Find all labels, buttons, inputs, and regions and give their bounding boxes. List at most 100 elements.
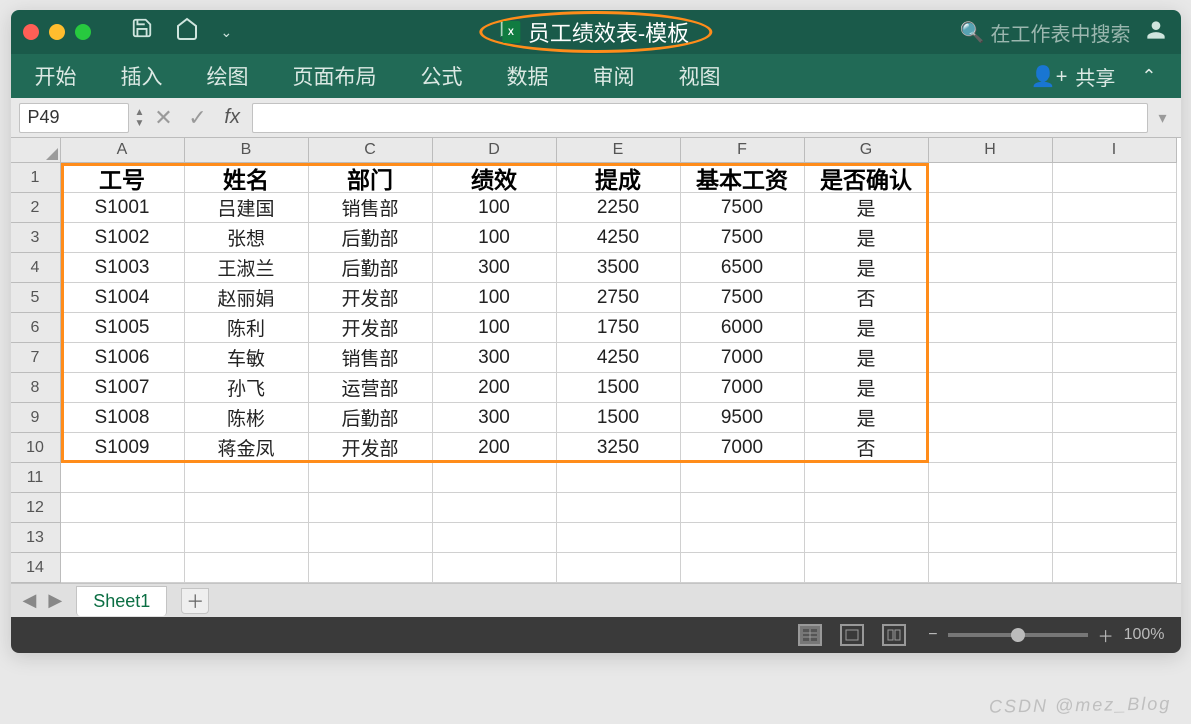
cell[interactable] [309,553,433,583]
normal-view-icon[interactable] [798,624,822,646]
spreadsheet-grid[interactable]: ABCDEFGHI 1234567891011121314 工号姓名部门绩效提成… [11,138,1181,583]
cell[interactable]: 是 [805,373,929,403]
cell[interactable]: 6500 [681,253,805,283]
cell[interactable]: 300 [433,343,557,373]
cell[interactable] [1053,493,1177,523]
row-header-1[interactable]: 1 [11,163,61,193]
cell[interactable]: 姓名 [185,163,309,193]
cell[interactable]: 张想 [185,223,309,253]
row-header-6[interactable]: 6 [11,313,61,343]
page-break-view-icon[interactable] [882,624,906,646]
row-header-12[interactable]: 12 [11,493,61,523]
cell[interactable]: 后勤部 [309,253,433,283]
cell[interactable]: 孙飞 [185,373,309,403]
cell[interactable]: S1004 [61,283,185,313]
cell[interactable]: 100 [433,193,557,223]
ribbon-tab-3[interactable]: 页面布局 [293,61,377,91]
cell[interactable]: S1002 [61,223,185,253]
cell[interactable] [185,553,309,583]
cell[interactable]: 开发部 [309,433,433,463]
cell[interactable]: 王淑兰 [185,253,309,283]
row-header-11[interactable]: 11 [11,463,61,493]
ribbon-tab-5[interactable]: 数据 [507,61,549,91]
cancel-icon[interactable]: ✕ [148,105,178,131]
column-header-F[interactable]: F [681,138,805,163]
row-header-3[interactable]: 3 [11,223,61,253]
cell[interactable] [929,253,1053,283]
ribbon-tab-6[interactable]: 审阅 [593,61,635,91]
cell[interactable]: 陈彬 [185,403,309,433]
cell[interactable]: 是 [805,313,929,343]
cell[interactable]: 200 [433,433,557,463]
cell[interactable] [681,553,805,583]
cell[interactable] [929,493,1053,523]
cell[interactable] [1053,343,1177,373]
cell[interactable]: 1500 [557,403,681,433]
cell[interactable]: 销售部 [309,193,433,223]
cell[interactable] [929,283,1053,313]
cell[interactable] [433,523,557,553]
sheet-tab[interactable]: Sheet1 [76,586,167,616]
cell[interactable]: 是 [805,253,929,283]
cell[interactable]: S1003 [61,253,185,283]
cell[interactable] [557,553,681,583]
row-header-4[interactable]: 4 [11,253,61,283]
ribbon-tab-2[interactable]: 绘图 [207,61,249,91]
ribbon-tab-7[interactable]: 视图 [679,61,721,91]
cell[interactable]: S1009 [61,433,185,463]
cell[interactable]: 开发部 [309,283,433,313]
cell[interactable]: 300 [433,253,557,283]
cell[interactable] [309,523,433,553]
accept-icon[interactable]: ✓ [182,105,212,131]
cell[interactable] [929,163,1053,193]
cell[interactable]: 是 [805,193,929,223]
cell[interactable] [929,313,1053,343]
cell[interactable]: 9500 [681,403,805,433]
cell[interactable]: 4250 [557,223,681,253]
customize-toolbar-icon[interactable]: ⌄ [221,24,233,41]
cell[interactable]: S1007 [61,373,185,403]
cell[interactable] [1053,553,1177,583]
zoom-in-button[interactable]: ＋ [1098,623,1114,647]
cell[interactable]: 蒋金凤 [185,433,309,463]
row-header-9[interactable]: 9 [11,403,61,433]
cell[interactable]: 7000 [681,343,805,373]
cell[interactable]: 赵丽娟 [185,283,309,313]
cell[interactable] [1053,463,1177,493]
cell[interactable] [681,463,805,493]
cell[interactable] [929,403,1053,433]
save-icon[interactable] [131,17,153,47]
cell[interactable] [1053,223,1177,253]
ribbon-collapse-icon[interactable]: ⌃ [1141,66,1156,87]
column-header-G[interactable]: G [805,138,929,163]
cell[interactable] [1053,403,1177,433]
search-box[interactable]: 🔍 在工作表中搜索 [960,18,1131,47]
cell[interactable] [185,523,309,553]
row-header-5[interactable]: 5 [11,283,61,313]
cell[interactable]: S1006 [61,343,185,373]
name-box-spinner[interactable]: ▲▼ [135,107,145,129]
cell[interactable]: 是 [805,223,929,253]
cell[interactable]: 后勤部 [309,403,433,433]
cell[interactable]: 工号 [61,163,185,193]
share-button[interactable]: 共享 [1075,62,1115,91]
cell[interactable] [61,553,185,583]
cell[interactable]: 否 [805,433,929,463]
cell[interactable]: 销售部 [309,343,433,373]
column-header-H[interactable]: H [929,138,1053,163]
cell[interactable]: 车敏 [185,343,309,373]
cell[interactable] [681,523,805,553]
cell[interactable]: 100 [433,313,557,343]
cell[interactable] [1053,373,1177,403]
cell[interactable] [557,523,681,553]
cell[interactable]: 6000 [681,313,805,343]
cell[interactable] [1053,163,1177,193]
cell[interactable] [929,553,1053,583]
zoom-slider[interactable] [948,633,1088,637]
cell[interactable]: 是否确认 [805,163,929,193]
cell[interactable] [805,493,929,523]
cell[interactable]: 3500 [557,253,681,283]
cell[interactable] [1053,313,1177,343]
cell[interactable] [929,343,1053,373]
close-button[interactable] [23,24,39,40]
